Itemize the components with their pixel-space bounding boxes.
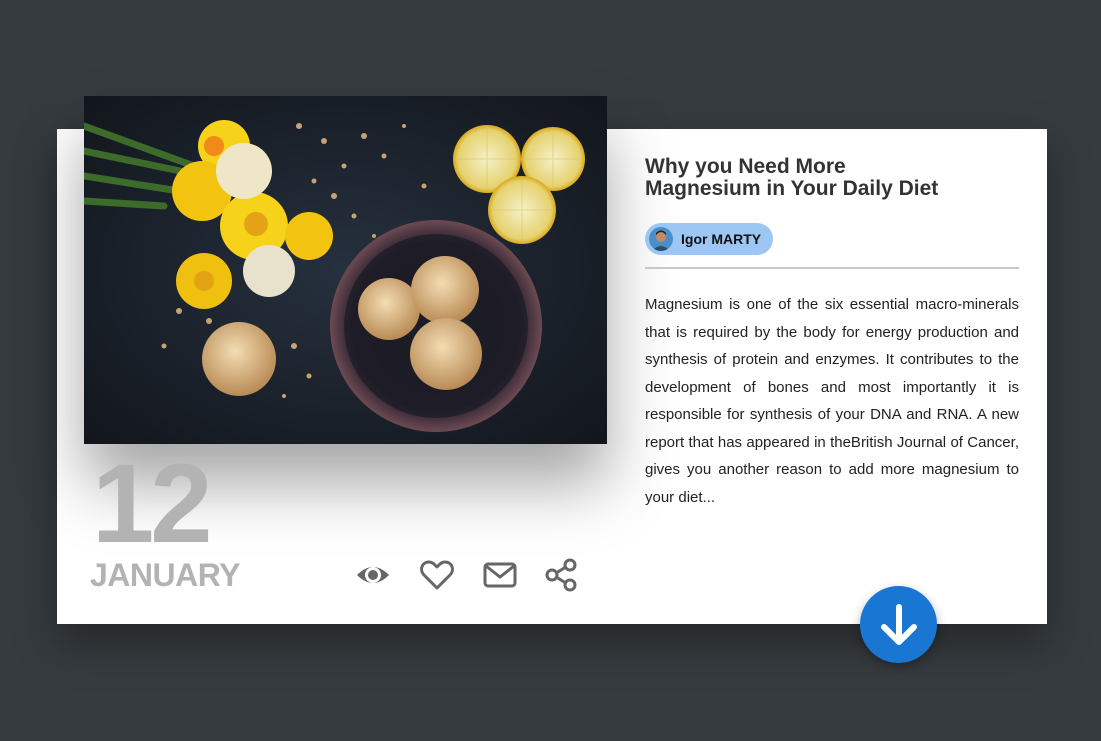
- eye-icon: [357, 567, 389, 583]
- author-chip[interactable]: Igor MARTY: [645, 223, 774, 255]
- expand-button[interactable]: [860, 586, 937, 663]
- email-button[interactable]: [482, 557, 518, 593]
- share-icon: [545, 558, 577, 592]
- heart-icon: [420, 560, 454, 590]
- author-avatar: [649, 227, 673, 251]
- view-button[interactable]: [355, 557, 391, 593]
- post-title[interactable]: Why you Need More Magnesium in Your Dail…: [645, 156, 1005, 200]
- like-button[interactable]: [419, 557, 455, 593]
- share-button[interactable]: [543, 557, 579, 593]
- date-month: JANUARY: [90, 557, 241, 593]
- date-day: 12: [92, 441, 213, 566]
- post-image: [84, 96, 607, 444]
- mail-icon: [483, 562, 517, 588]
- arrow-down-icon: [880, 603, 917, 645]
- divider: [645, 267, 1019, 269]
- post-excerpt: Magnesium is one of the six essential ma…: [645, 296, 1019, 506]
- author-name: Igor MARTY: [681, 231, 762, 247]
